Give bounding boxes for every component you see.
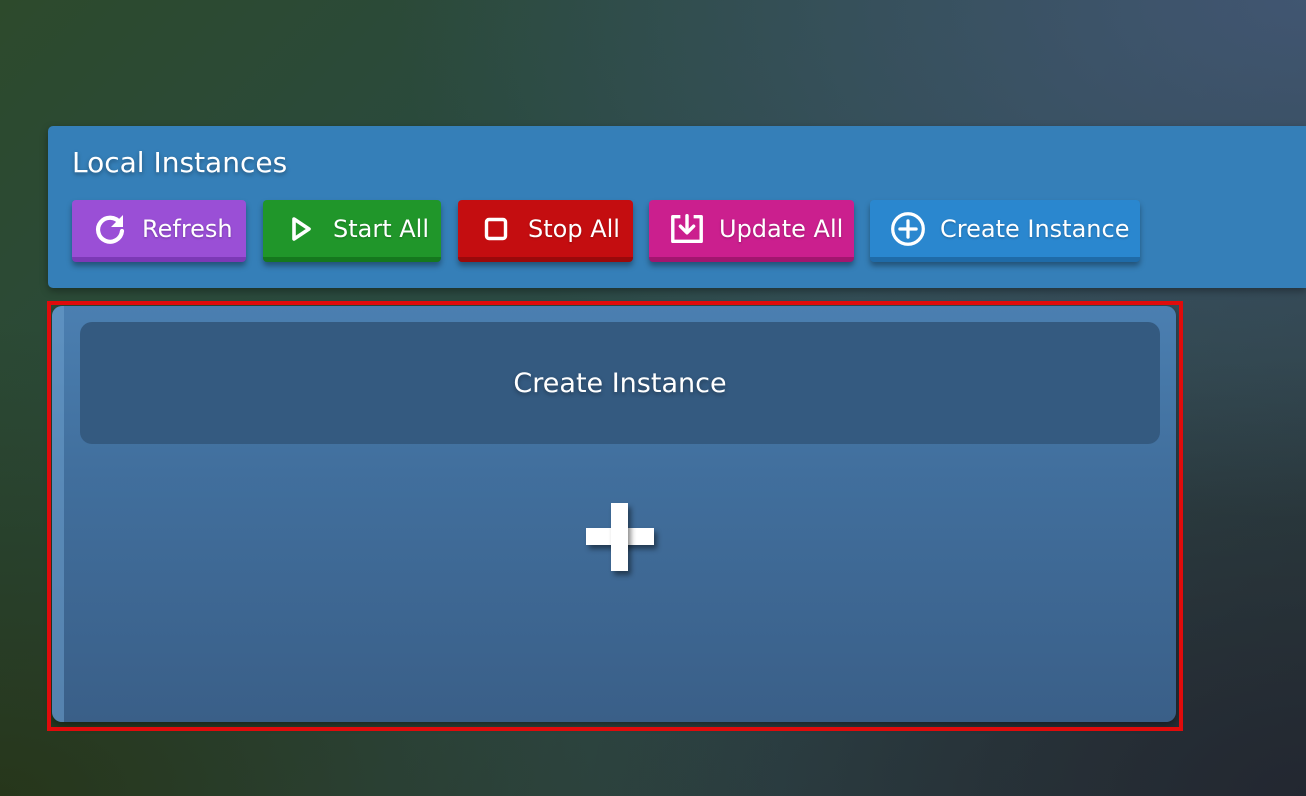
refresh-label: Refresh xyxy=(142,214,233,243)
plus-circle-icon xyxy=(890,211,926,247)
start-all-button[interactable]: Start All xyxy=(263,200,441,262)
plus-icon-vertical-bar xyxy=(611,503,628,571)
create-instance-label: Create Instance xyxy=(940,214,1130,243)
stop-all-label: Stop All xyxy=(528,214,620,243)
create-instance-button[interactable]: Create Instance xyxy=(870,200,1140,262)
create-instance-card-title: Create Instance xyxy=(513,367,727,399)
local-instances-panel: Local Instances Refresh Start All Stop A… xyxy=(48,126,1306,288)
refresh-button[interactable]: Refresh xyxy=(72,200,246,262)
refresh-icon xyxy=(92,211,128,247)
start-all-label: Start All xyxy=(333,214,430,243)
stop-icon xyxy=(478,211,514,247)
update-all-button[interactable]: Update All xyxy=(649,200,854,262)
stop-all-button[interactable]: Stop All xyxy=(458,200,633,262)
page-title: Local Instances xyxy=(72,146,288,179)
update-all-label: Update All xyxy=(719,214,844,243)
create-instance-card-header: Create Instance xyxy=(80,322,1160,444)
create-instance-card[interactable]: Create Instance xyxy=(52,306,1176,722)
download-icon xyxy=(669,211,705,247)
plus-icon xyxy=(582,499,658,575)
play-icon xyxy=(283,211,319,247)
